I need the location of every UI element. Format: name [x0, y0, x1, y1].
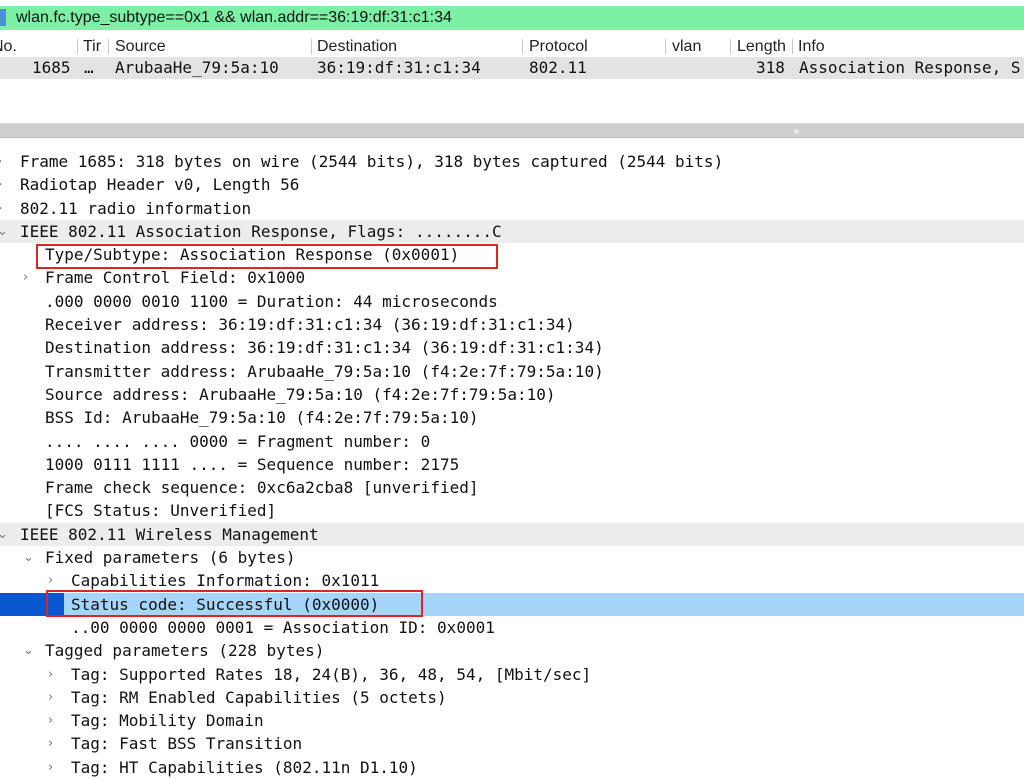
tree-row-sequence-number[interactable]: 1000 0111 1111 .... = Sequence number: 2… [0, 453, 1024, 476]
tree-row-frame[interactable]: › Frame 1685: 318 bytes on wire (2544 bi… [0, 150, 1024, 173]
collapse-arrow-icon[interactable]: ⌄ [0, 527, 8, 543]
tree-row-label: Tag: HT Capabilities (802.11n D1.10) [71, 757, 418, 777]
tree-row-label: BSS Id: ArubaaHe_79:5a:10 (f4:2e:7f:79:5… [45, 408, 479, 428]
tree-row-tag-rm-enabled[interactable]: › Tag: RM Enabled Capabilities (5 octets… [0, 686, 1024, 709]
tree-row-label: [FCS Status: Unverified] [45, 501, 277, 521]
expand-arrow-icon[interactable]: › [0, 177, 2, 193]
tree-row-capabilities-info[interactable]: › Capabilities Information: 0x1011 [0, 569, 1024, 592]
tree-row-fixed-parameters[interactable]: ⌄ Fixed parameters (6 bytes) [0, 546, 1024, 569]
column-header-time[interactable]: Tir [83, 38, 101, 56]
packet-info: Association Response, S [799, 58, 1021, 77]
tree-row-tagged-parameters[interactable]: ⌄ Tagged parameters (228 bytes) [0, 639, 1024, 662]
tree-row-frame-control[interactable]: › Frame Control Field: 0x1000 [0, 266, 1024, 289]
column-header-source[interactable]: Source [115, 38, 166, 56]
tree-row-label: Tagged parameters (228 bytes) [45, 641, 325, 661]
expand-arrow-icon[interactable]: › [48, 690, 53, 706]
tree-row-label: .... .... .... 0000 = Fragment number: 0 [45, 431, 431, 451]
column-divider[interactable] [77, 39, 78, 54]
collapse-arrow-icon[interactable]: ⌄ [23, 550, 34, 566]
tree-row-status-code[interactable]: Status code: Successful (0x0000) [0, 592, 1024, 616]
column-header-info[interactable]: Info [798, 38, 825, 56]
tree-row-bss-id[interactable]: BSS Id: ArubaaHe_79:5a:10 (f4:2e:7f:79:5… [0, 406, 1024, 429]
tree-row-label: Type/Subtype: Association Response (0x00… [45, 245, 460, 265]
pane-splitter[interactable] [0, 123, 1024, 138]
expand-arrow-icon[interactable]: › [0, 154, 2, 170]
tree-row-label: Tag: Supported Rates 18, 24(B), 36, 48, … [71, 664, 592, 684]
column-divider[interactable] [665, 39, 666, 54]
tree-row-tag-supported-rates[interactable]: › Tag: Supported Rates 18, 24(B), 36, 48… [0, 663, 1024, 686]
tree-row-source-address[interactable]: Source address: ArubaaHe_79:5a:10 (f4:2e… [0, 383, 1024, 406]
bookmark-icon[interactable] [0, 9, 6, 26]
tree-row-frame-check-sequence[interactable]: Frame check sequence: 0xc6a2cba8 [unveri… [0, 476, 1024, 499]
selection-marker [0, 592, 64, 616]
tree-row-receiver-address[interactable]: Receiver address: 36:19:df:31:c1:34 (36:… [0, 313, 1024, 336]
tree-row-label: Frame 1685: 318 bytes on wire (2544 bits… [20, 152, 724, 171]
packet-no: 1685 [32, 58, 71, 77]
column-divider[interactable] [730, 39, 731, 54]
column-divider[interactable] [792, 39, 793, 54]
tree-row-label: Tag: Mobility Domain [71, 711, 264, 731]
tree-row-label: Tag: RM Enabled Capabilities (5 octets) [71, 687, 447, 707]
tree-row-label: Capabilities Information: 0x1011 [71, 571, 380, 591]
packet-source: ArubaaHe_79:5a:10 [115, 58, 279, 77]
column-header-destination[interactable]: Destination [317, 38, 397, 56]
tree-row-label: Fixed parameters (6 bytes) [45, 548, 296, 568]
collapse-arrow-icon[interactable]: ⌄ [0, 224, 8, 240]
tree-row-label: Frame Control Field: 0x1000 [45, 268, 306, 288]
expand-arrow-icon[interactable]: › [23, 270, 28, 286]
tree-row-transmitter-address[interactable]: Transmitter address: ArubaaHe_79:5a:10 (… [0, 360, 1024, 383]
tree-row-radio-info[interactable]: › 802.11 radio information [0, 197, 1024, 220]
tree-row-label: .000 0000 0010 1100 = Duration: 44 micro… [45, 291, 498, 311]
tree-row-label: Status code: Successful (0x0000) [71, 594, 380, 614]
tree-row-label: Tag: Fast BSS Transition [71, 734, 303, 754]
packet-time: … [84, 58, 94, 77]
tree-row-label: Source address: ArubaaHe_79:5a:10 (f4:2e… [45, 384, 556, 404]
expand-arrow-icon[interactable]: › [48, 713, 53, 729]
column-header-no[interactable]: No. [0, 38, 17, 56]
tree-row-label: Transmitter address: ArubaaHe_79:5a:10 (… [45, 361, 604, 381]
tree-row-radiotap[interactable]: › Radiotap Header v0, Length 56 [0, 173, 1024, 196]
tree-row-label: Radiotap Header v0, Length 56 [20, 175, 300, 195]
tree-row-tag-mobility-domain[interactable]: › Tag: Mobility Domain [0, 709, 1024, 732]
tree-row-tag-ht-capabilities[interactable]: › Tag: HT Capabilities (802.11n D1.10) [0, 756, 1024, 779]
column-divider[interactable] [522, 39, 523, 54]
column-header-vlan[interactable]: vlan [672, 38, 701, 56]
column-header-protocol[interactable]: Protocol [529, 38, 588, 56]
tree-row-label: 1000 0111 1111 .... = Sequence number: 2… [45, 454, 460, 474]
tree-row-assoc-response[interactable]: ⌄ IEEE 802.11 Association Response, Flag… [0, 219, 1024, 244]
tree-row-label: Frame check sequence: 0xc6a2cba8 [unveri… [45, 478, 479, 498]
packet-length: 318 [756, 58, 785, 77]
tree-row-label: 802.11 radio information [20, 198, 252, 218]
tree-row-label: Destination address: 36:19:df:31:c1:34 (… [45, 338, 604, 358]
column-divider[interactable] [108, 39, 109, 54]
tree-row-tag-fast-bss[interactable]: › Tag: Fast BSS Transition [0, 732, 1024, 755]
tree-row-destination-address[interactable]: Destination address: 36:19:df:31:c1:34 (… [0, 336, 1024, 359]
packet-protocol: 802.11 [529, 58, 587, 77]
column-divider[interactable] [311, 39, 312, 54]
tree-row-type-subtype[interactable]: Type/Subtype: Association Response (0x00… [0, 243, 1024, 266]
collapse-arrow-icon[interactable]: ⌄ [23, 643, 34, 659]
expand-arrow-icon[interactable]: › [48, 573, 53, 589]
tree-row-label: IEEE 802.11 Association Response, Flags:… [20, 221, 502, 241]
expand-arrow-icon[interactable]: › [0, 201, 2, 217]
packet-list-row[interactable]: 1685 … ArubaaHe_79:5a:10 36:19:df:31:c1:… [0, 57, 1024, 79]
packet-destination: 36:19:df:31:c1:34 [317, 58, 481, 77]
splitter-handle-icon[interactable] [794, 129, 799, 134]
tree-row-association-id[interactable]: ..00 0000 0000 0001 = Association ID: 0x… [0, 616, 1024, 639]
column-header-length[interactable]: Length [737, 38, 786, 56]
tree-row-duration[interactable]: .000 0000 0010 1100 = Duration: 44 micro… [0, 290, 1024, 313]
expand-arrow-icon[interactable]: › [48, 667, 53, 683]
tree-row-fragment-number[interactable]: .... .... .... 0000 = Fragment number: 0 [0, 430, 1024, 453]
tree-row-fcs-status[interactable]: [FCS Status: Unverified] [0, 499, 1024, 522]
tree-row-label: ..00 0000 0000 0001 = Association ID: 0x… [71, 617, 495, 637]
packet-details-tree: › Frame 1685: 318 bytes on wire (2544 bi… [0, 150, 1024, 779]
tree-row-wireless-management[interactable]: ⌄ IEEE 802.11 Wireless Management [0, 522, 1024, 547]
tree-row-label: Receiver address: 36:19:df:31:c1:34 (36:… [45, 315, 575, 335]
tree-row-label: IEEE 802.11 Wireless Management [20, 524, 319, 544]
packet-list-header: No. Tir Source Destination Protocol vlan… [0, 36, 1024, 57]
display-filter-input[interactable]: wlan.fc.type_subtype==0x1 && wlan.addr==… [16, 9, 452, 27]
expand-arrow-icon[interactable]: › [48, 736, 53, 752]
